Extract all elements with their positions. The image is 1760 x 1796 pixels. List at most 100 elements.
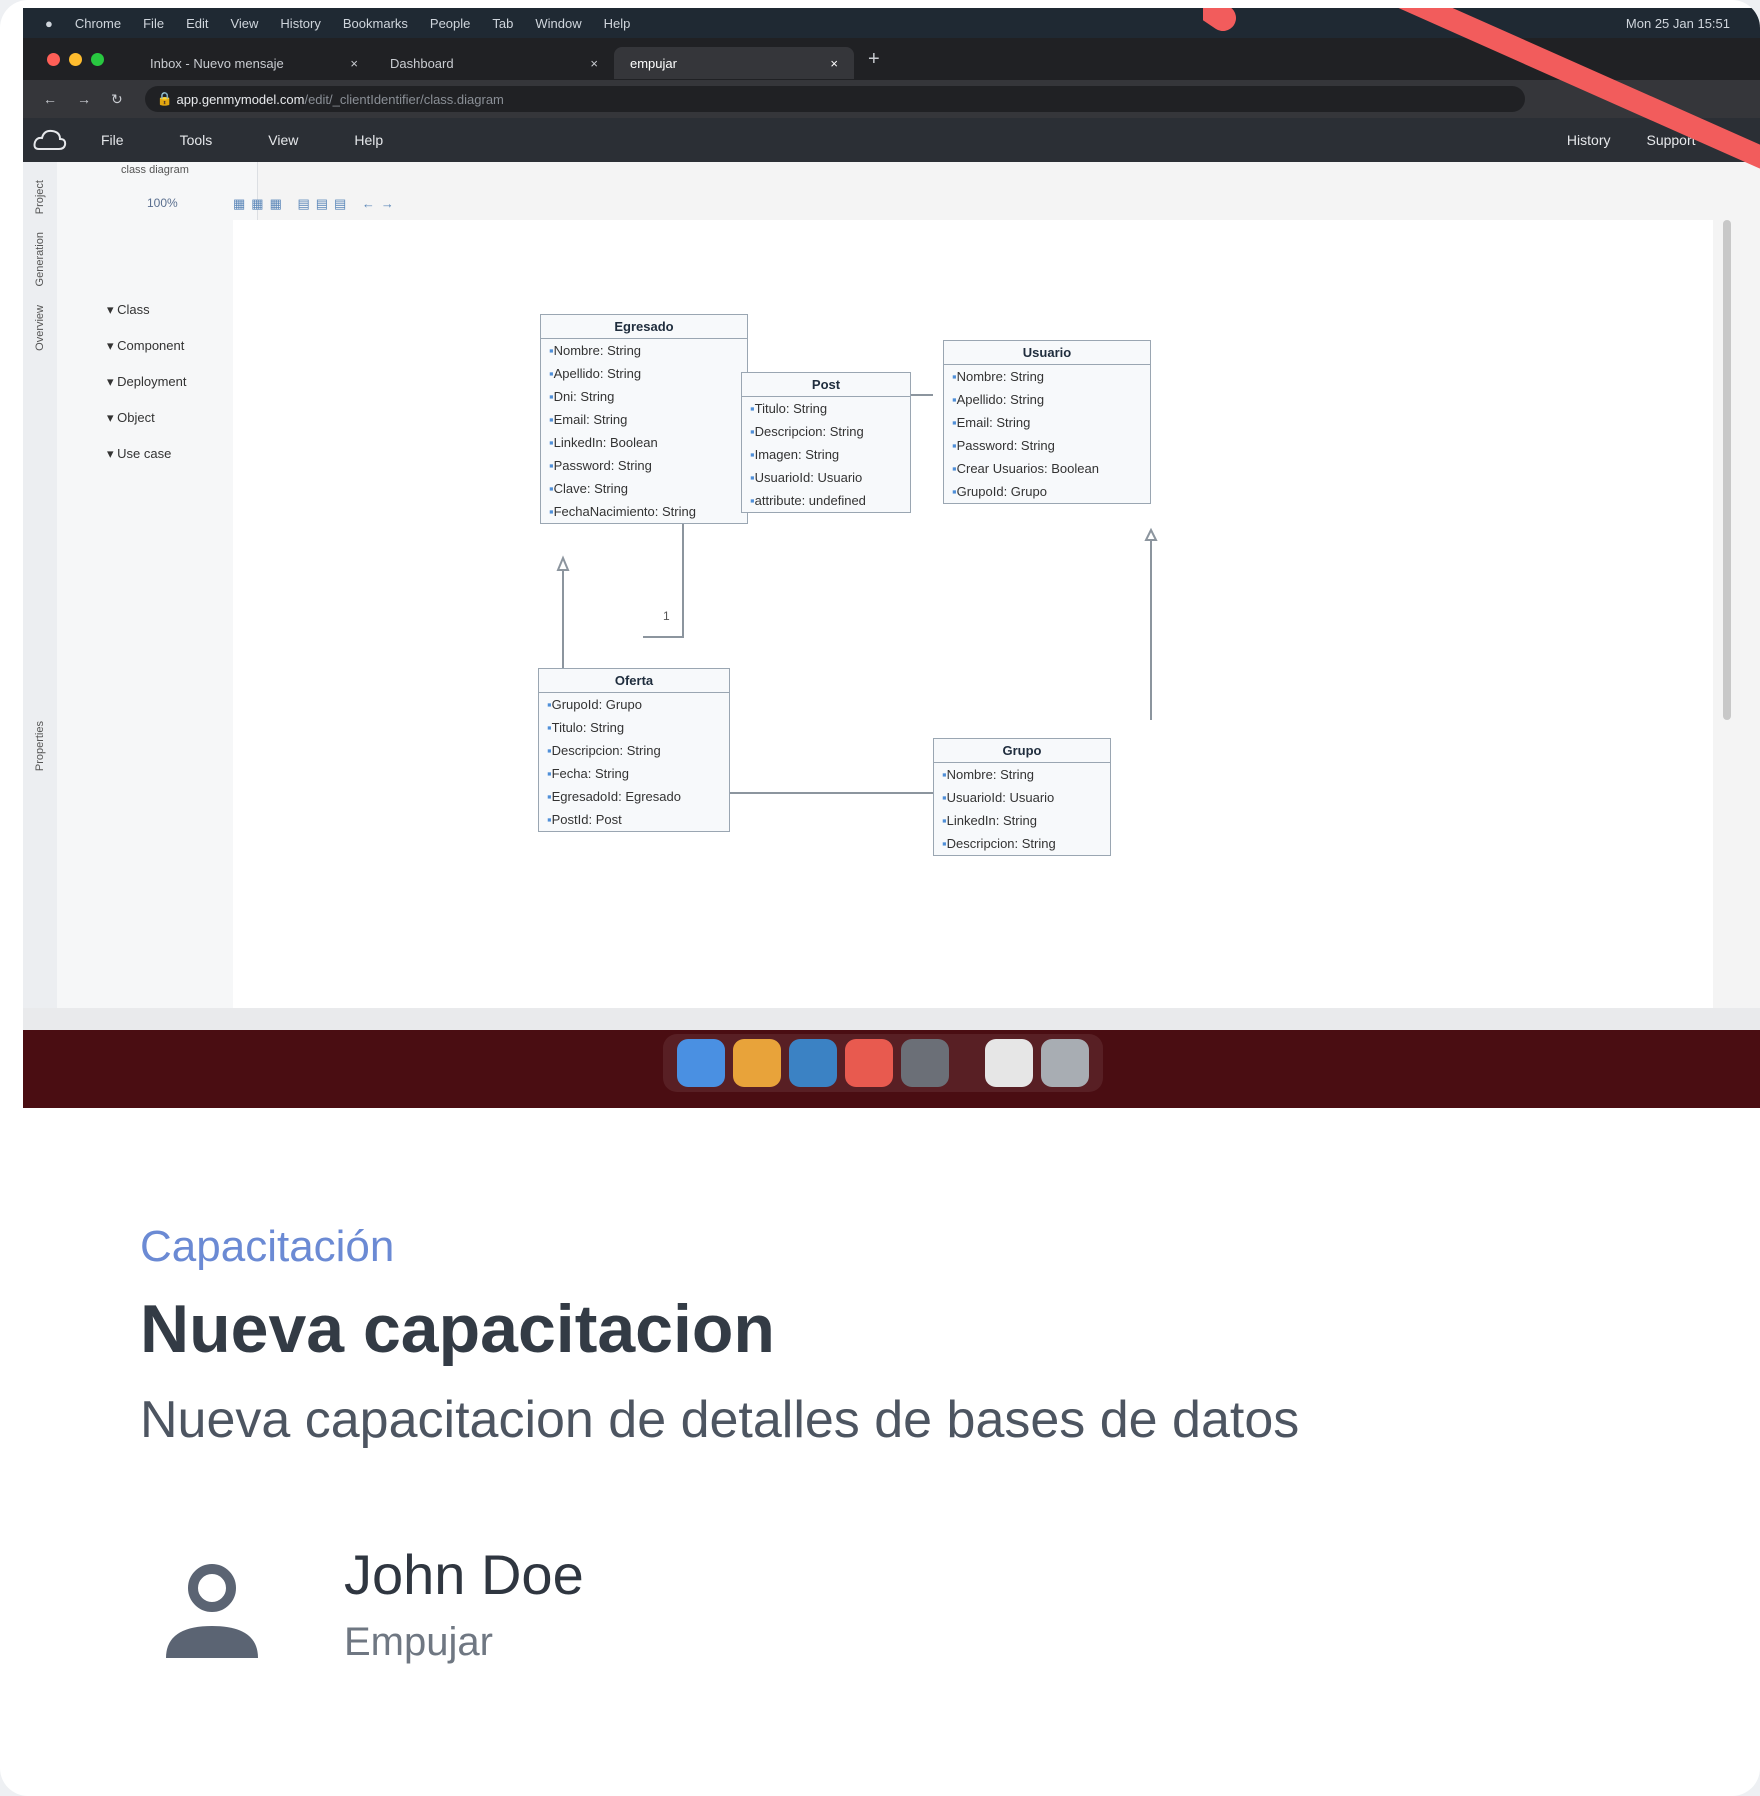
mac-menu-item: Window bbox=[535, 15, 582, 31]
app-icon bbox=[901, 1039, 949, 1087]
trash-icon bbox=[1041, 1039, 1089, 1087]
palette-category: ▾ Use case bbox=[107, 446, 172, 461]
mac-menu-item: Help bbox=[603, 15, 631, 31]
lock-icon: 🔒 bbox=[156, 91, 177, 106]
class-attribute: Password: String bbox=[944, 434, 1150, 457]
palette-category: ▾ Deployment bbox=[107, 374, 187, 389]
class-attribute: Titulo: String bbox=[539, 716, 729, 739]
palette-category: ▾ Component bbox=[107, 338, 185, 353]
arrowhead bbox=[1144, 527, 1158, 541]
folder-icon bbox=[985, 1039, 1033, 1087]
close-tab-icon: × bbox=[590, 55, 598, 71]
class-attribute: LinkedIn: String bbox=[934, 809, 1110, 832]
class-attribute: Crear Usuarios: Boolean bbox=[944, 457, 1150, 480]
class-attribute: GrupoId: Grupo bbox=[539, 693, 729, 716]
reload-icon: ↻ bbox=[111, 90, 123, 107]
tab-label: empujar bbox=[630, 55, 677, 71]
tab-label: Inbox - Nuevo mensaje bbox=[150, 55, 284, 71]
dock-icons bbox=[663, 1034, 1103, 1092]
forward-icon: → bbox=[77, 90, 91, 107]
browser-tab-active: empujar × bbox=[614, 47, 854, 79]
uml-class-post: Post Titulo: String Descripcion: String … bbox=[741, 372, 911, 513]
canvas-scrollbar bbox=[1723, 220, 1731, 720]
class-attribute: Email: String bbox=[944, 411, 1150, 434]
minimize-window-icon bbox=[69, 52, 82, 66]
back-icon: ← bbox=[43, 90, 57, 107]
close-tab-icon: × bbox=[350, 55, 358, 71]
class-name: Grupo bbox=[934, 739, 1110, 763]
breadcrumb[interactable]: Capacitación bbox=[140, 1222, 394, 1272]
class-attribute: Clave: String bbox=[541, 477, 747, 500]
class-attribute: UsuarioId: Usuario bbox=[934, 786, 1110, 809]
side-rail-item: Generation bbox=[34, 232, 46, 287]
class-attribute: Apellido: String bbox=[541, 362, 747, 385]
palette-category: ▾ Class bbox=[107, 302, 150, 317]
app-menu-item: Tools bbox=[179, 132, 213, 148]
tab-label: Dashboard bbox=[390, 55, 454, 71]
page-title: Nueva capacitacion bbox=[140, 1291, 775, 1367]
mac-menu-item: Chrome bbox=[74, 15, 122, 31]
palette-list: ▾ Class ▾ Component ▾ Deployment ▾ Objec… bbox=[107, 302, 187, 482]
document-tab: class diagram bbox=[121, 164, 189, 176]
side-rail-item: Properties bbox=[34, 720, 46, 771]
class-attribute: Nombre: String bbox=[934, 763, 1110, 786]
side-rail-item: Overview bbox=[34, 304, 46, 351]
class-attribute: LinkedIn: Boolean bbox=[541, 431, 747, 454]
side-rail: Project Generation Overview Properties bbox=[23, 162, 58, 1008]
uml-class-grupo: Grupo Nombre: String UsuarioId: Usuario … bbox=[933, 738, 1111, 856]
class-name: Usuario bbox=[944, 341, 1150, 365]
mac-menu-item: Tab bbox=[492, 15, 514, 31]
class-name: Oferta bbox=[539, 669, 729, 693]
window-controls bbox=[47, 52, 104, 66]
multiplicity-label: 1 bbox=[663, 609, 670, 623]
class-attribute: Imagen: String bbox=[742, 443, 910, 466]
class-attribute: FechaNacimiento: String bbox=[541, 500, 747, 523]
window-bottom-edge bbox=[23, 1008, 1760, 1030]
red-arrow-annotation bbox=[1203, 8, 1760, 169]
class-attribute: UsuarioId: Usuario bbox=[742, 466, 910, 489]
zoom-level: 100% bbox=[147, 196, 178, 210]
training-card: ● Chrome File Edit View History Bookmark… bbox=[0, 0, 1760, 1796]
uml-class-oferta: Oferta GrupoId: Grupo Titulo: String Des… bbox=[538, 668, 730, 832]
class-attribute: Password: String bbox=[541, 454, 747, 477]
close-tab-icon: × bbox=[830, 55, 838, 71]
class-attribute: Nombre: String bbox=[944, 365, 1150, 388]
side-rail-item: Project bbox=[34, 180, 46, 215]
uml-class-usuario: Usuario Nombre: String Apellido: String … bbox=[943, 340, 1151, 504]
mac-menu-item: File bbox=[143, 15, 165, 31]
user-avatar-icon bbox=[166, 1564, 258, 1658]
class-attribute: EgresadoId: Egresado bbox=[539, 785, 729, 808]
mac-menu-item: View bbox=[230, 15, 259, 31]
class-attribute: Apellido: String bbox=[944, 388, 1150, 411]
url-host: app.genmymodel.com bbox=[176, 91, 305, 107]
class-attribute: Fecha: String bbox=[539, 762, 729, 785]
class-attribute: Descripcion: String bbox=[539, 739, 729, 762]
uml-class-egresado: Egresado Nombre: String Apellido: String… bbox=[540, 314, 748, 524]
class-name: Post bbox=[742, 373, 910, 397]
class-attribute: Titulo: String bbox=[742, 397, 910, 420]
arrowhead bbox=[556, 555, 570, 571]
apple-icon: ● bbox=[45, 15, 53, 31]
class-attribute: PostId: Post bbox=[539, 808, 729, 831]
photos-icon bbox=[845, 1039, 893, 1087]
new-tab-icon: + bbox=[868, 47, 880, 70]
maximize-window-icon bbox=[91, 52, 104, 66]
class-name: Egresado bbox=[541, 315, 747, 339]
app-menu-item: Help bbox=[354, 132, 384, 148]
diagram-toolbar-icons: ▦▦▦ ▤▤▤ ←→ bbox=[233, 196, 400, 211]
finder-icon bbox=[677, 1039, 725, 1087]
mac-dock bbox=[23, 1030, 1760, 1108]
palette-category: ▾ Object bbox=[107, 410, 155, 425]
author-name: John Doe bbox=[344, 1543, 584, 1606]
browser-tab: Inbox - Nuevo mensaje × bbox=[134, 47, 374, 79]
mac-menu-item: People bbox=[429, 15, 471, 31]
class-attribute: Email: String bbox=[541, 408, 747, 431]
chrome-icon bbox=[733, 1039, 781, 1087]
mac-menu-item: History bbox=[280, 15, 321, 31]
dock-divider bbox=[957, 1039, 977, 1087]
author-role: Empujar bbox=[344, 1620, 493, 1664]
mac-menu-item: Bookmarks bbox=[342, 15, 408, 31]
page-subtitle: Nueva capacitacion de detalles de bases … bbox=[140, 1391, 1300, 1449]
screenshot-image: ● Chrome File Edit View History Bookmark… bbox=[23, 8, 1760, 1108]
class-attribute: Nombre: String bbox=[541, 339, 747, 362]
